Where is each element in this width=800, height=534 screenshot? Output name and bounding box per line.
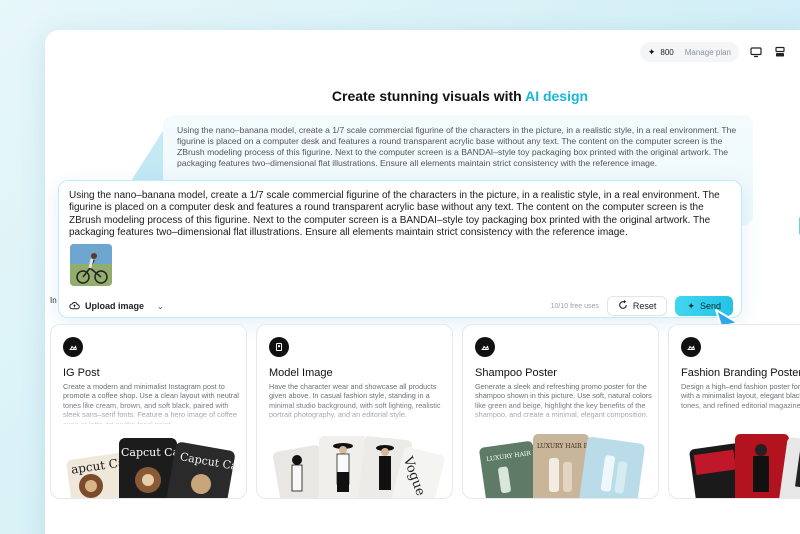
ghost-prompt-text: Using the nano–banana model, create a 1/… xyxy=(177,125,737,168)
page-headline: Create stunning visuals with AI design xyxy=(45,88,800,104)
reset-label: Reset xyxy=(632,301,657,311)
credits-badge[interactable]: ✦ 800 Manage plan xyxy=(639,42,739,62)
prompt-toolbar: Upload image ⌄ 10/10 free uses Reset ✦ S… xyxy=(69,296,733,316)
card-title: IG Post xyxy=(63,367,100,379)
layers-icon[interactable] xyxy=(773,45,787,59)
tab-partial[interactable]: In xyxy=(50,296,57,305)
monitor-icon[interactable] xyxy=(749,45,763,59)
card-icon xyxy=(475,337,495,357)
card-icon xyxy=(63,337,83,357)
prompt-card: Using the nano–banana model, create a 1/… xyxy=(58,180,742,318)
template-card-fashion-branding-poster[interactable]: Fashion Branding Poster Design a high–en… xyxy=(668,324,800,499)
template-card-shampoo-poster[interactable]: Shampoo Poster Generate a sleek and refr… xyxy=(462,324,659,499)
template-card-ig-post[interactable]: IG Post Create a modern and minimalist I… xyxy=(50,324,247,499)
card-preview-image: Vogue xyxy=(272,436,445,498)
card-preview-image xyxy=(689,434,800,498)
reset-button[interactable]: Reset xyxy=(606,296,668,316)
card-title: Fashion Branding Poster xyxy=(681,367,800,379)
template-card-model-image[interactable]: Model Image Have the character wear and … xyxy=(256,324,453,499)
headline-accent: AI design xyxy=(525,88,589,104)
card-title: Shampoo Poster xyxy=(475,367,557,379)
sparkle-icon: ✦ xyxy=(647,46,656,57)
upload-image-label: Upload image xyxy=(85,301,145,311)
card-title: Model Image xyxy=(269,367,333,379)
template-cards: IG Post Create a modern and minimalist I… xyxy=(50,324,800,499)
cloud-upload-icon xyxy=(69,300,80,313)
credits-count: 800 xyxy=(660,47,674,57)
card-icon xyxy=(269,337,289,357)
reference-image-thumbnail[interactable] xyxy=(70,244,112,286)
manage-plan-link[interactable]: Manage plan xyxy=(685,48,731,57)
card-preview-image: LUXURY HAIR ESSENCE LUXURY HAIR ESSENCE xyxy=(479,434,645,498)
sparkle-send-icon: ✦ xyxy=(687,300,695,311)
upload-image-button[interactable]: Upload image ⌄ xyxy=(69,300,164,313)
prompt-textarea[interactable]: Using the nano–banana model, create a 1/… xyxy=(69,190,734,239)
card-icon xyxy=(681,337,701,357)
refresh-icon xyxy=(618,300,628,312)
card-preview-image: apcut Ca Capcut Caf Capcut Caf xyxy=(66,438,243,498)
headline-prefix: Create stunning visuals with xyxy=(331,88,526,104)
topbar: ✦ 800 Manage plan xyxy=(639,42,787,62)
chevron-down-icon[interactable]: ⌄ xyxy=(157,302,164,311)
app-window: ✦ 800 Manage plan Create stunning visual… xyxy=(45,30,800,534)
free-uses-counter: 10/10 free uses xyxy=(550,302,599,310)
